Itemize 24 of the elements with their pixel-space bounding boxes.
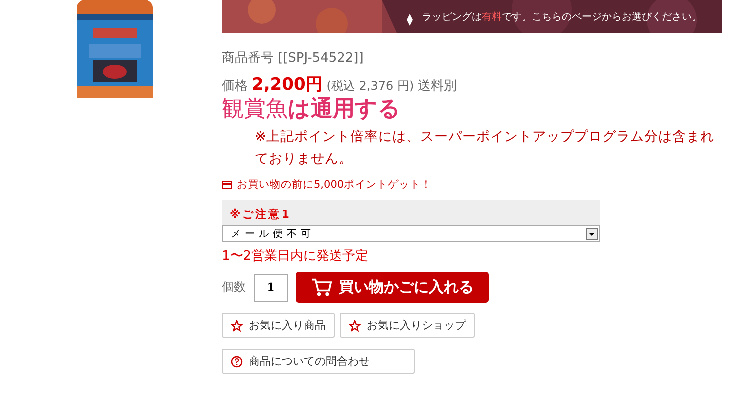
product-number: [[SPJ-54522]] (278, 51, 364, 66)
point-note: ※上記ポイント倍率には、スーパーポイントアッププログラム分は含まれておりません。 (255, 128, 716, 169)
star-icon (349, 320, 361, 332)
point-campaign-link[interactable]: お買い物の前に5,000ポイントゲット！ (237, 178, 432, 192)
favorite-button[interactable]: お気に入りショップ (340, 313, 475, 338)
help-icon (231, 356, 243, 368)
star-icon (231, 320, 243, 332)
shipping-schedule: 1〜2営業日内に発送予定 (222, 248, 369, 265)
shipping-fee-note: 送料別 (418, 78, 458, 95)
tax-included-price: (税込 2,376 円) (326, 78, 414, 95)
favorite-button[interactable]: お気に入り商品 (222, 313, 335, 338)
quantity-field[interactable]: 1 (254, 274, 288, 302)
inquiry-button[interactable]: 商品についての問合わせ (222, 349, 415, 374)
headline: 観賞魚は通用する (222, 96, 401, 124)
option-select[interactable]: メール便不可 (222, 225, 600, 242)
option-title: ※ご注意1 (222, 200, 600, 225)
price-label: 価格 (222, 78, 248, 95)
quantity-label: 個数 (222, 279, 246, 296)
cart-icon (311, 278, 333, 298)
card-icon (222, 181, 232, 189)
price: 2,200円 (252, 74, 323, 96)
add-to-cart-button[interactable]: 買い物かごに入れる (296, 272, 489, 303)
product-number-label: 商品番号 (222, 50, 274, 67)
banner-caption: ラッピングは有料です。こちらのページからお選びください。 (422, 10, 702, 24)
